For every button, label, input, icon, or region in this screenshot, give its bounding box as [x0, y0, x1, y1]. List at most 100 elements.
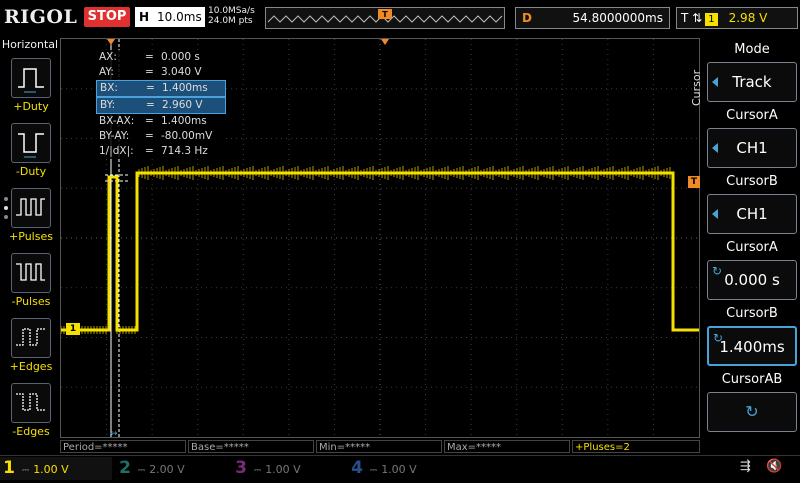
readout-value: 1.400ms: [162, 82, 208, 94]
memory-waveform-icon: T: [267, 9, 503, 23]
readout-key: AX:: [99, 51, 117, 63]
cursor-readout-row: AX: = 0.000 s: [96, 50, 226, 65]
channel-scale: 1.00 V: [381, 463, 417, 476]
trigger-type: T: [681, 11, 689, 25]
menu-side-label: Cursor: [690, 69, 703, 106]
cursorA-source-button[interactable]: CH1: [707, 128, 797, 168]
channel-number: 1: [3, 458, 15, 478]
knob-icon: ↻: [745, 402, 759, 421]
readout-equals: =: [145, 66, 154, 78]
trigger-level-marker[interactable]: T: [688, 176, 700, 188]
readout-equals: =: [146, 99, 155, 111]
cursor-readout-row: BX: = 1.400ms: [96, 80, 226, 97]
cursorB-source-button[interactable]: CH1: [707, 194, 797, 234]
cursor-readout-row: BY-AY: = -80.00mV: [96, 129, 226, 144]
trigger-display[interactable]: T ⇅ 1 2.98 V: [676, 7, 798, 29]
measure-falling-edges-button[interactable]: -Edges: [5, 383, 57, 447]
measure-max[interactable]: Max=*****: [444, 440, 570, 453]
cursorA-position-button[interactable]: ↻ 0.000 s: [707, 260, 797, 300]
readout-key: 1/|dX|:: [99, 145, 134, 157]
measure-positive-pulses-button[interactable]: +Pulses: [5, 188, 57, 252]
ch1-waveform: [61, 171, 699, 332]
readout-equals: =: [146, 82, 155, 94]
measure-label: +Edges: [9, 360, 53, 373]
readout-equals: =: [145, 130, 154, 142]
readout-equals: =: [145, 51, 154, 63]
cursorA-position-header: CursorA: [726, 240, 778, 255]
timebase-display[interactable]: H 10.0ms: [135, 7, 205, 27]
sample-rate: 10.0MSa/s: [208, 6, 255, 16]
cursor-readout-panel: AX: = 0.000 s AY: = 3.040 V BX: = 1.400ms BY: = 2.9…: [96, 50, 226, 159]
channel-1-tab[interactable]: 1 ⎓ 1.00 V: [0, 457, 112, 480]
cursor-top-marker: [107, 39, 115, 45]
channel-4-tab[interactable]: 4 ⎓ 1.00 V: [348, 457, 460, 480]
channel-2-tab[interactable]: 2 ⎓ 2.00 V: [116, 457, 228, 480]
measure-positive-duty-button[interactable]: +Duty: [5, 58, 57, 122]
cursor-readout-row: BY: = 2.960 V: [96, 97, 226, 114]
measure-label: +Duty: [13, 100, 49, 113]
dc-coupling-icon: ⎓: [370, 466, 378, 476]
measure-label: -Duty: [15, 165, 47, 178]
channel-number: 3: [235, 458, 247, 478]
knob-icon: ↻: [713, 331, 724, 345]
readout-value: 714.3 Hz: [161, 145, 208, 157]
measure-period[interactable]: Period=*****: [60, 440, 186, 453]
chevron-left-icon: [712, 77, 718, 87]
memory-trigger-marker: T: [382, 10, 388, 19]
readout-key: AY:: [99, 66, 114, 78]
readout-equals: =: [145, 145, 154, 157]
cursorA-source-value: CH1: [736, 139, 768, 157]
page-dots-icon: [3, 196, 9, 223]
cursorA-position-value: 0.000 s: [724, 271, 780, 289]
timebase-label: H: [139, 10, 150, 24]
readout-value: -80.00mV: [161, 130, 213, 142]
readout-key: BY:: [100, 99, 116, 111]
ch1-offset-marker[interactable]: 1: [66, 323, 80, 335]
negative-pulses-icon: [11, 253, 51, 293]
channel-scale: 1.00 V: [33, 463, 69, 476]
measure-positive-pulses[interactable]: +Pluses=2: [572, 440, 700, 453]
measure-negative-pulses-button[interactable]: -Pulses: [5, 253, 57, 317]
cursor-mode-button[interactable]: Track: [707, 62, 797, 102]
channel-number: 2: [119, 458, 131, 478]
trigger-level: 2.98 V: [728, 11, 768, 25]
channel-scale: 1.00 V: [265, 463, 301, 476]
channel-3-tab[interactable]: 3 ⎓ 1.00 V: [232, 457, 344, 480]
positive-duty-icon: [11, 58, 51, 98]
readout-key: BX-AX:: [99, 115, 135, 127]
positive-pulses-icon: [11, 188, 51, 228]
channel-number: 4: [351, 458, 363, 478]
cursorB-position-button[interactable]: ↻ 1.400ms: [707, 326, 797, 366]
dc-coupling-icon: ⎓: [254, 466, 262, 476]
readout-key: BX:: [100, 82, 118, 94]
measure-base[interactable]: Base=*****: [188, 440, 314, 453]
cursor-mode-value: Track: [732, 73, 772, 91]
memory-overview-bar[interactable]: T: [265, 7, 505, 29]
trigger-source: 1: [705, 13, 718, 26]
timebase-value: 10.0ms: [157, 10, 202, 24]
readout-value: 3.040 V: [161, 66, 202, 78]
chevron-left-icon: [712, 143, 718, 153]
measure-label: -Pulses: [11, 295, 51, 308]
acquisition-info: 10.0MSa/s 24.0M pts: [208, 6, 264, 26]
negative-duty-icon: [11, 123, 51, 163]
measure-rising-edges-button[interactable]: +Edges: [5, 318, 57, 382]
readout-equals: =: [145, 115, 154, 127]
cursor-bottom-marker-icon: ↔: [110, 429, 118, 439]
measure-negative-duty-button[interactable]: -Duty: [5, 123, 57, 187]
memory-depth: 24.0M pts: [208, 16, 253, 26]
readout-value: 1.400ms: [161, 115, 207, 127]
knob-icon: ↻: [712, 264, 723, 278]
cursorB-source-header: CursorB: [726, 174, 778, 189]
run-stop-indicator[interactable]: STOP: [84, 7, 130, 27]
cursorA-source-header: CursorA: [726, 108, 778, 123]
cursorAB-button[interactable]: ↻: [707, 392, 797, 432]
measure-label: +Pulses: [9, 230, 53, 243]
delay-value: 54.8000000ms: [572, 11, 663, 25]
measure-min[interactable]: Min=*****: [316, 440, 442, 453]
speaker-mute-icon[interactable]: 🔇: [766, 459, 788, 477]
delay-label: D: [522, 11, 532, 25]
cursorB-position-header: CursorB: [726, 306, 778, 321]
cursorB-source-value: CH1: [736, 205, 768, 223]
horizontal-delay-display[interactable]: D 54.8000000ms: [515, 7, 670, 29]
